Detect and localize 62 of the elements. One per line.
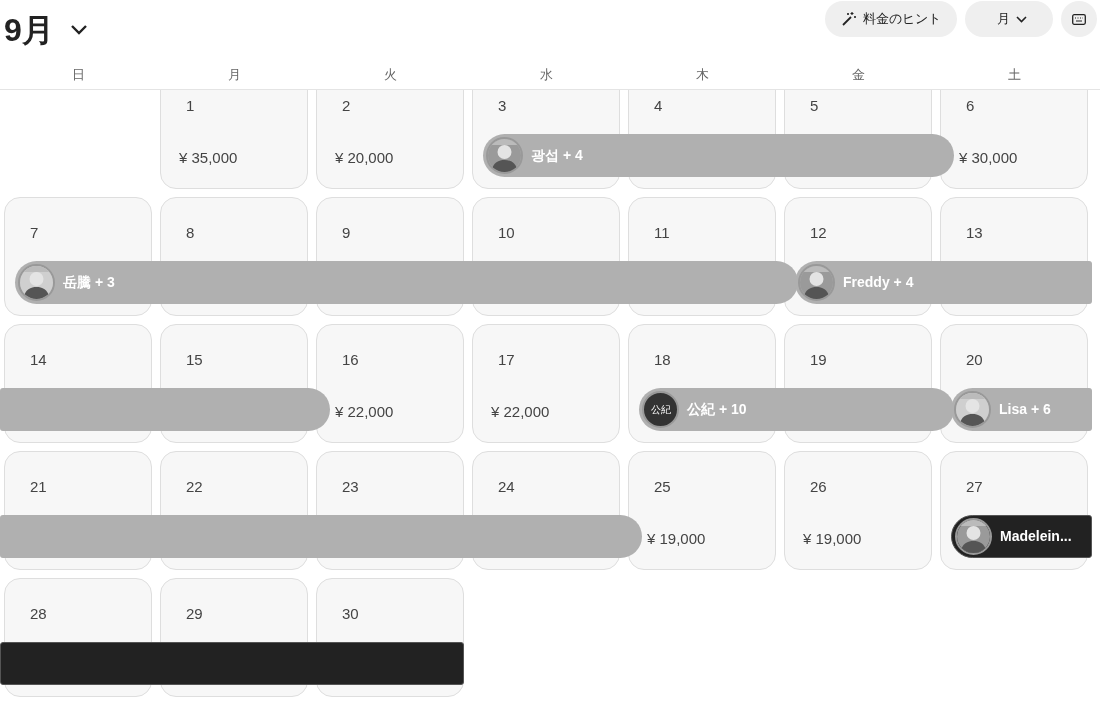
day-number: 14 [30,350,47,370]
day-number: 17 [498,350,515,370]
guest-name: Madelein... [1000,527,1072,546]
day-number: 30 [342,604,359,624]
day-number: 24 [498,477,515,497]
day-number: 25 [654,477,671,497]
magic-wand-icon [841,11,857,27]
guest-name: Freddy + 4 [843,273,914,292]
day-number: 13 [966,223,983,243]
day-number: 28 [30,604,47,624]
day-number: 9 [342,223,351,243]
day-number: 7 [30,223,39,243]
day-number: 18 [654,350,671,370]
weekday-label: 月 [226,65,242,84]
weekday-label: 日 [70,65,86,84]
day-price: ¥ 20,000 [335,148,394,168]
day-number: 19 [810,350,827,370]
day-price: ¥ 19,000 [803,529,862,549]
day-number: 29 [186,604,203,624]
day-number: 5 [810,96,819,116]
reservation-bar[interactable]: Madelein... [951,515,1092,558]
day-number: 8 [186,223,195,243]
day-number: 6 [966,96,975,116]
guest-name: 광섭 + 4 [531,146,583,165]
day-number: 4 [654,96,663,116]
weekday-label: 火 [382,65,398,84]
day-number: 23 [342,477,359,497]
day-number: 2 [342,96,351,116]
day-number: 11 [654,223,670,243]
day-price: ¥ 35,000 [179,148,238,168]
guest-name: Lisa + 6 [999,400,1051,419]
day-number: 22 [186,477,203,497]
day-number: 27 [966,477,983,497]
weekday-label: 金 [850,65,866,84]
day-price: ¥ 30,000 [959,148,1018,168]
day-price: ¥ 22,000 [491,402,550,422]
keyboard-icon [1072,13,1086,25]
price-tips-button[interactable]: 料金のヒント [825,1,957,37]
day-number: 21 [30,477,47,497]
month-title[interactable]: 9月 [4,14,54,46]
day-number: 16 [342,350,359,370]
day-number: 26 [810,477,827,497]
weekday-label: 水 [538,65,554,84]
weekday-label: 木 [694,65,710,84]
chevron-down-icon[interactable] [69,24,88,36]
guest-avatar: 公紀 [642,391,679,428]
day-number: 1 [186,96,195,116]
day-number: 12 [810,223,827,243]
reservation-bar[interactable] [0,642,464,685]
day-number: 10 [498,223,515,243]
view-dropdown[interactable]: 月 [965,1,1053,37]
day-number: 3 [498,96,507,116]
reservation-bar[interactable]: 公紀 公紀 + 10 [639,388,954,431]
guest-name: 公紀 + 10 [687,400,747,419]
guest-name: 岳騰 + 3 [63,273,115,292]
keyboard-button[interactable] [1061,1,1097,37]
day-price: ¥ 22,000 [335,402,394,422]
weekday-label: 土 [1006,65,1022,84]
day-number: 15 [186,350,203,370]
chevron-down-icon [1016,15,1027,23]
day-price: ¥ 19,000 [647,529,706,549]
day-number: 20 [966,350,983,370]
